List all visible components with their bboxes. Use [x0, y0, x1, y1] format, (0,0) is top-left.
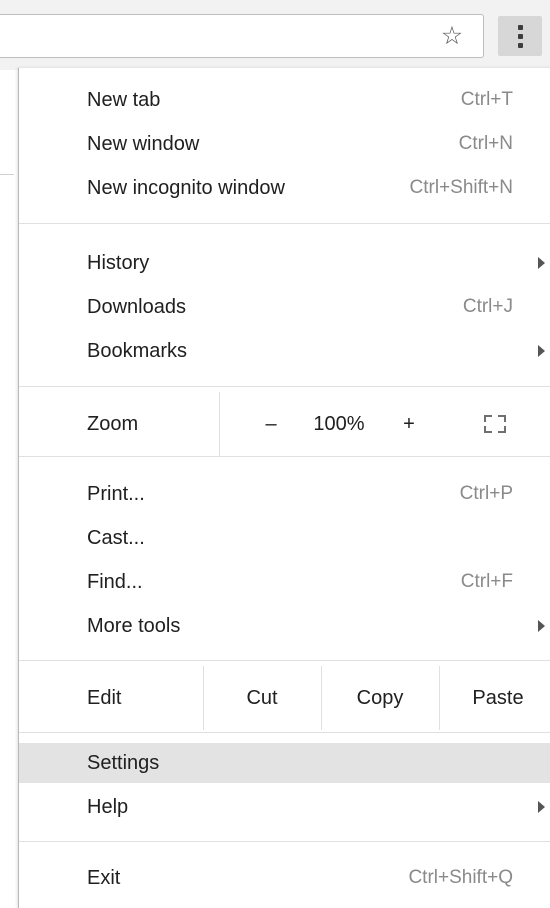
menu-item-shortcut: Ctrl+Shift+N — [409, 177, 513, 198]
submenu-arrow-icon — [538, 257, 545, 269]
menu-item-settings[interactable]: Settings — [19, 743, 550, 783]
menu-item-label: Cast... — [87, 526, 145, 549]
menu-item-label: Exit — [87, 866, 121, 889]
menu-item-shortcut: Ctrl+Shift+Q — [408, 867, 513, 888]
edit-row: Edit Cut Copy Paste — [19, 666, 550, 730]
menu-item-label: Print... — [87, 482, 145, 505]
submenu-arrow-icon — [538, 345, 545, 357]
menu-separator — [19, 456, 550, 457]
menu-item-label: New window — [87, 132, 200, 155]
menu-item-find[interactable]: Find... Ctrl+F — [19, 562, 550, 602]
browser-toolbar: ☆ — [0, 0, 550, 70]
menu-separator — [19, 732, 550, 733]
menu-item-shortcut: Ctrl+F — [460, 571, 513, 592]
menu-item-cast[interactable]: Cast... — [19, 518, 550, 558]
menu-item-label: History — [87, 251, 150, 274]
zoom-label: Zoom — [87, 412, 139, 435]
address-bar[interactable]: ☆ — [0, 14, 484, 58]
menu-item-shortcut: Ctrl+T — [460, 89, 513, 110]
menu-item-label: New incognito window — [87, 176, 285, 199]
zoom-out-button[interactable]: – — [251, 392, 291, 456]
menu-item-downloads[interactable]: Downloads Ctrl+J — [19, 287, 550, 327]
menu-separator — [19, 660, 550, 661]
menu-item-label: Downloads — [87, 295, 186, 318]
fullscreen-icon — [484, 415, 506, 433]
submenu-arrow-icon — [538, 801, 545, 813]
menu-item-label: More tools — [87, 614, 181, 637]
menu-separator — [19, 386, 550, 387]
paste-button[interactable]: Paste — [439, 666, 550, 730]
menu-item-label: New tab — [87, 88, 161, 111]
copy-button[interactable]: Copy — [321, 666, 439, 730]
page-content-edge — [0, 70, 18, 900]
menu-item-shortcut: Ctrl+P — [459, 483, 513, 504]
menu-item-bookmarks[interactable]: Bookmarks — [19, 331, 550, 371]
menu-item-print[interactable]: Print... Ctrl+P — [19, 474, 550, 514]
zoom-in-button[interactable]: + — [389, 392, 429, 456]
menu-item-new-tab[interactable]: New tab Ctrl+T — [19, 80, 550, 120]
menu-separator — [19, 223, 550, 224]
fullscreen-button[interactable] — [455, 392, 535, 456]
more-vertical-icon[interactable] — [498, 16, 542, 56]
browser-main-menu: New tab Ctrl+T New window Ctrl+N New inc… — [18, 68, 550, 908]
menu-item-shortcut: Ctrl+J — [462, 296, 513, 317]
menu-item-label: Bookmarks — [87, 339, 188, 362]
edit-label: Edit — [87, 686, 122, 709]
menu-item-help[interactable]: Help — [19, 787, 550, 827]
menu-item-label: Settings — [87, 751, 160, 774]
zoom-level: 100% — [313, 412, 365, 435]
menu-item-new-incognito-window[interactable]: New incognito window Ctrl+Shift+N — [19, 168, 550, 208]
menu-item-more-tools[interactable]: More tools — [19, 606, 550, 646]
submenu-arrow-icon — [538, 620, 545, 632]
menu-item-label: Find... — [87, 570, 143, 593]
menu-item-new-window[interactable]: New window Ctrl+N — [19, 124, 550, 164]
zoom-row: Zoom – 100% + — [19, 392, 550, 456]
cut-button[interactable]: Cut — [203, 666, 321, 730]
menu-item-history[interactable]: History — [19, 243, 550, 283]
menu-item-exit[interactable]: Exit Ctrl+Shift+Q — [19, 858, 550, 898]
star-icon[interactable]: ☆ — [439, 23, 465, 49]
menu-item-shortcut: Ctrl+N — [458, 133, 513, 154]
menu-separator — [19, 841, 550, 842]
menu-item-label: Help — [87, 795, 129, 818]
